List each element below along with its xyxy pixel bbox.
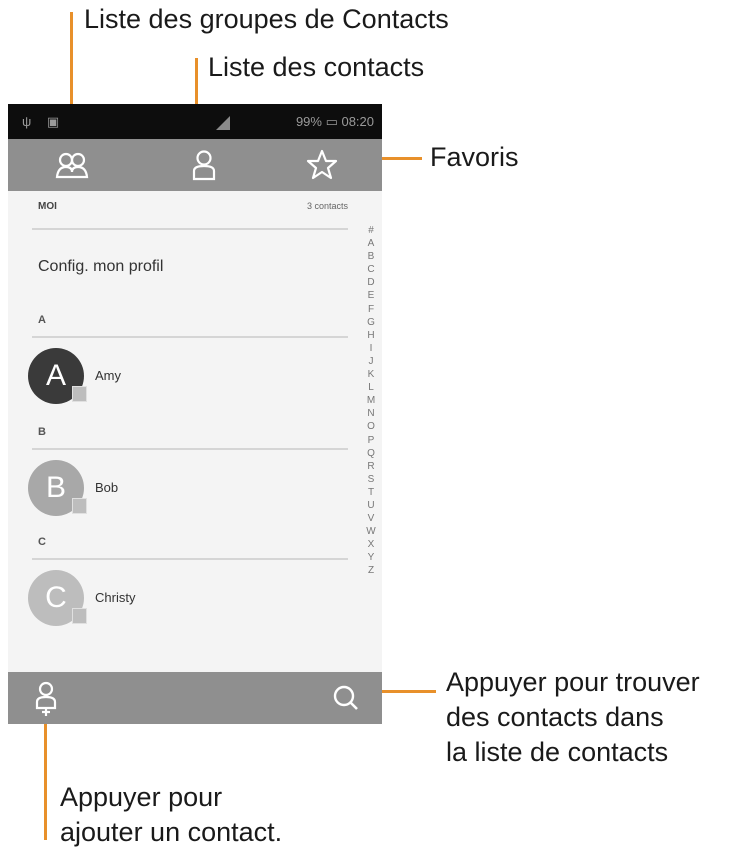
alphabet-letter[interactable]: Z <box>363 564 379 577</box>
signal-icon <box>216 116 230 130</box>
callout-add: Appuyer pour ajouter un contact. <box>60 780 282 850</box>
alphabet-letter[interactable]: J <box>363 355 379 368</box>
alphabet-letter[interactable]: I <box>363 342 379 355</box>
alphabet-letter[interactable]: F <box>363 303 379 316</box>
alphabet-letter[interactable]: B <box>363 250 379 263</box>
alphabet-letter[interactable]: A <box>363 237 379 250</box>
config-profile-item[interactable]: Config. mon profil <box>38 258 163 276</box>
divider <box>32 228 348 230</box>
add-contact-button[interactable] <box>28 678 68 718</box>
alphabet-letter[interactable]: G <box>363 316 379 329</box>
avatar-badge-icon <box>72 386 87 402</box>
callout-search: Appuyer pour trouver des contacts dans l… <box>446 665 700 770</box>
alphabet-index[interactable]: # A B C D E F G H I J K L M N O P Q R S T U V W X Y Z <box>363 224 379 578</box>
callout-search-line3: la liste de contacts <box>446 737 669 768</box>
add-contact-icon <box>35 681 57 716</box>
alphabet-letter[interactable]: S <box>363 473 379 486</box>
alphabet-letter[interactable]: O <box>363 420 379 433</box>
alphabet-letter[interactable]: T <box>363 486 379 499</box>
contact-christy[interactable]: C Christy <box>28 570 328 630</box>
alphabet-letter[interactable]: C <box>363 263 379 276</box>
alphabet-letter[interactable]: P <box>363 434 379 447</box>
alphabet-letter[interactable]: R <box>363 460 379 473</box>
alphabet-letter[interactable]: Y <box>363 551 379 564</box>
alphabet-letter[interactable]: Q <box>363 447 379 460</box>
phone-screen: ψ ▣ 99% ▭ 08:20 MOI 3 contacts Config. m… <box>8 104 382 724</box>
section-letter-b: B <box>38 426 46 438</box>
tab-groups[interactable] <box>52 145 92 185</box>
callout-add-line2: ajouter un contact. <box>60 817 283 848</box>
divider <box>32 336 348 338</box>
me-row[interactable]: MOI 3 contacts <box>38 201 348 221</box>
search-button[interactable] <box>326 678 366 718</box>
section-letter-a: A <box>38 314 46 326</box>
alphabet-letter[interactable]: H <box>363 329 379 342</box>
status-right-text: 99% ▭ 08:20 <box>295 114 374 129</box>
alphabet-letter[interactable]: D <box>363 276 379 289</box>
status-left-icons: ψ ▣ <box>22 114 66 129</box>
divider <box>32 448 348 450</box>
divider <box>32 558 348 560</box>
contact-count: 3 contacts <box>306 201 348 211</box>
callout-search-line2: des contacts dans <box>446 702 664 733</box>
alphabet-letter[interactable]: E <box>363 289 379 302</box>
search-icon <box>333 685 358 710</box>
contact-name: Bob <box>95 480 119 495</box>
alphabet-letter[interactable]: # <box>363 224 379 237</box>
status-bar: ψ ▣ 99% ▭ 08:20 <box>8 104 382 139</box>
callout-search-line1: Appuyer pour trouver <box>446 667 700 697</box>
avatar-badge-icon <box>72 498 87 514</box>
star-icon <box>306 149 338 180</box>
alphabet-letter[interactable]: X <box>363 538 379 551</box>
person-icon <box>192 150 216 181</box>
callout-line-add <box>44 714 47 840</box>
alphabet-letter[interactable]: W <box>363 525 379 538</box>
callout-groups: Liste des groupes de Contacts <box>84 4 449 34</box>
contact-name: Christy <box>95 590 136 605</box>
alphabet-letter[interactable]: N <box>363 407 379 420</box>
tab-favorites[interactable] <box>302 145 342 185</box>
contact-amy[interactable]: A Amy <box>28 348 328 408</box>
alphabet-letter[interactable]: M <box>363 394 379 407</box>
contact-name: Amy <box>95 368 121 383</box>
section-letter-c: C <box>38 536 46 548</box>
callout-contacts: Liste des contacts <box>208 52 425 82</box>
avatar-badge-icon <box>72 608 87 624</box>
alphabet-letter[interactable]: L <box>363 381 379 394</box>
contact-bob[interactable]: B Bob <box>28 460 328 520</box>
callout-add-line1: Appuyer pour <box>60 782 223 812</box>
alphabet-letter[interactable]: V <box>363 512 379 525</box>
tab-contacts[interactable] <box>184 145 224 185</box>
alphabet-letter[interactable]: U <box>363 499 379 512</box>
me-label: MOI <box>38 201 57 212</box>
callout-favorites: Favoris <box>430 142 519 172</box>
tab-bar <box>8 139 382 191</box>
bottom-bar <box>8 672 382 724</box>
group-icon <box>55 152 89 179</box>
alphabet-letter[interactable]: K <box>363 368 379 381</box>
